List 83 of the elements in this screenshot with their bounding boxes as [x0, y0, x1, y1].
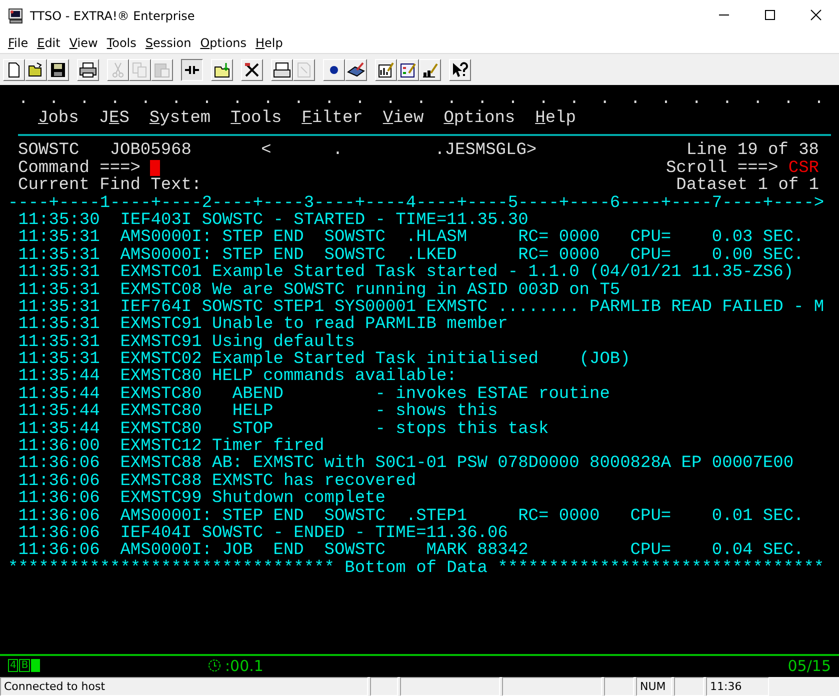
status-panel — [674, 677, 704, 696]
dataset-info: Dataset 1 of 1 — [676, 177, 819, 195]
scroll-label: Scroll ===> — [666, 158, 778, 178]
log-line: 11:36:06 AMS0000I: JOB END SOWSTC MARK 88342 CPU= 0.04 SEC. — [18, 542, 804, 560]
keyboard-pen-icon — [347, 60, 365, 78]
status-message: Connected to host — [0, 677, 368, 696]
clipboard-icon — [153, 60, 171, 78]
log-line: 11:35:31 AMS0000I: STEP END SOWSTC .HLASM RC= 0000 CPU= 0.03 SEC. — [17, 229, 805, 247]
menu-item[interactable]: Edit — [33, 36, 66, 50]
mode-indicator: B — [19, 659, 30, 672]
printer-button[interactable] — [77, 58, 99, 80]
log-line: 11:35:31 EXMSTC91 Using defaults — [17, 334, 355, 352]
num-lock-indicator: NUM — [636, 677, 672, 696]
log-line: 11:35:31 IEF764I SOWSTC STEP1 SYS00001 EXMSTC ........ PARMLIB READ FAILED - M — [17, 298, 826, 316]
printer-icon — [79, 60, 97, 78]
printer-screen-icon — [273, 60, 291, 78]
log-line: 11:35:44 EXMSTC80 ABEND - invokes ESTAE routine — [17, 386, 611, 404]
log-line: 11:35:44 EXMSTC80 HELP - shows this — [17, 403, 499, 421]
session-indicator: 4 — [8, 659, 18, 672]
menu-item[interactable]: System — [149, 108, 211, 130]
log-line: 11:35:31 EXMSTC08 We are SOWSTC running in ASID 003D on T5 — [17, 282, 620, 299]
clock-icon — [208, 659, 221, 672]
log-line: 11:36:06 EXMSTC99 Shutdown complete — [17, 490, 386, 508]
menu-item[interactable]: JES — [98, 108, 130, 130]
printer-screen-button[interactable] — [271, 58, 293, 80]
job-name: SOWSTC JOB05968 — [18, 142, 192, 160]
command-label: Command ===> — [18, 160, 140, 178]
plug-button[interactable] — [181, 58, 203, 80]
menu-item[interactable]: File — [4, 36, 34, 50]
menu-item[interactable]: Jobs — [38, 108, 79, 130]
cursor-position: 05/15 — [788, 656, 831, 674]
column-ruler: ----+----1----+----2----+----3----+----4----+----5----+----6----+----7----+----> — [8, 194, 826, 212]
floppy-disk-button[interactable] — [47, 58, 69, 80]
log-line: 11:36:06 AMS0000I: STEP END SOWSTC .STEP1 RC= 0000 CPU= 0.01 SEC. — [17, 508, 805, 525]
form-pen-button[interactable] — [397, 58, 419, 80]
copy-icon — [131, 60, 149, 78]
log-line: 11:35:31 EXMSTC02 Example Started Task initialised (JOB) — [17, 351, 632, 368]
dot-button[interactable] — [323, 58, 345, 80]
log-line: 11:36:06 EXMSTC88 AB: EXMSTC with S0C1-01 PSW 078D0000 8000828A EP 00007E00 — [17, 455, 795, 473]
line-info: Line 19 of 38 — [686, 142, 819, 160]
dot-icon — [330, 66, 338, 74]
open-folder-button[interactable] — [25, 58, 47, 80]
log-line: 11:35:44 EXMSTC80 HELP commands available: — [17, 368, 457, 386]
menu-item[interactable]: Options — [444, 108, 516, 130]
keyboard-pen-button[interactable] — [345, 58, 367, 80]
new-document-button[interactable] — [3, 58, 25, 80]
terminal-icon — [8, 8, 24, 24]
log-line: 11:35:44 EXMSTC80 STOP - stops this task — [17, 420, 550, 438]
find-text-label: Current Find Text: — [18, 177, 202, 195]
status-clock: 11:36 — [706, 677, 769, 696]
log-line: 11:36:00 EXMSTC12 Timer fired — [17, 438, 324, 456]
log-line: 11:36:06 IEF404I SOWSTC - ENDED - TIME=11.36.06 — [17, 524, 508, 542]
log-line: 11:35:31 EXMSTC01 Example Started Task started - 1.1.0 (04/01/21 11.35-ZS6) — [17, 264, 795, 282]
menu-item[interactable]: Tools — [102, 36, 142, 50]
dot-row-text: . . . . . . . . . . . . . . . . . . . . . . . . . . . — [17, 91, 826, 108]
bottom-of-data-line: ******************************** Bottom of Data ******************************** — [8, 560, 826, 578]
menu-item[interactable]: View — [382, 108, 424, 130]
menu-item[interactable]: Tools — [230, 108, 282, 130]
menu-item[interactable]: Filter — [302, 108, 363, 130]
response-time: :00.1 — [225, 656, 264, 674]
menu-item[interactable]: View — [65, 36, 103, 50]
scroll-field[interactable]: CSR — [788, 158, 819, 178]
pointer-help-button[interactable] — [449, 58, 471, 80]
log-line: 11:35:31 EXMSTC91 Unable to read PARMLIB member — [17, 316, 509, 334]
log-line: 11:35:30 IEF403I SOWSTC - STARTED - TIME=11.35.30 — [17, 212, 528, 230]
status-panel — [604, 677, 634, 696]
window-title: TTSO - EXTRA!® Enterprise — [30, 9, 196, 23]
form-pen-icon — [399, 60, 417, 78]
log-line: 11:35:31 AMS0000I: STEP END SOWSTC .LKED RC= 0000 CPU= 0.00 SEC. — [17, 246, 805, 264]
status-block-icon — [31, 659, 40, 672]
menu-item[interactable]: Options — [196, 36, 252, 50]
folder-arrow-button[interactable] — [211, 58, 233, 80]
menu-item[interactable]: Help — [535, 108, 576, 130]
pointer-help-icon — [451, 60, 469, 78]
chart-pen-button[interactable] — [375, 58, 397, 80]
menu-item[interactable]: Session — [141, 36, 196, 50]
menu-item[interactable]: Help — [252, 36, 288, 50]
command-field[interactable] — [150, 160, 160, 176]
log-line: 11:36:06 EXMSTC88 EXMSTC has recovered — [17, 472, 418, 490]
dataset-path: < . .JESMSGLG> — [261, 142, 537, 160]
folder-arrow-icon — [213, 60, 231, 78]
chart-pen-icon — [377, 60, 395, 78]
status-panel — [370, 677, 398, 696]
